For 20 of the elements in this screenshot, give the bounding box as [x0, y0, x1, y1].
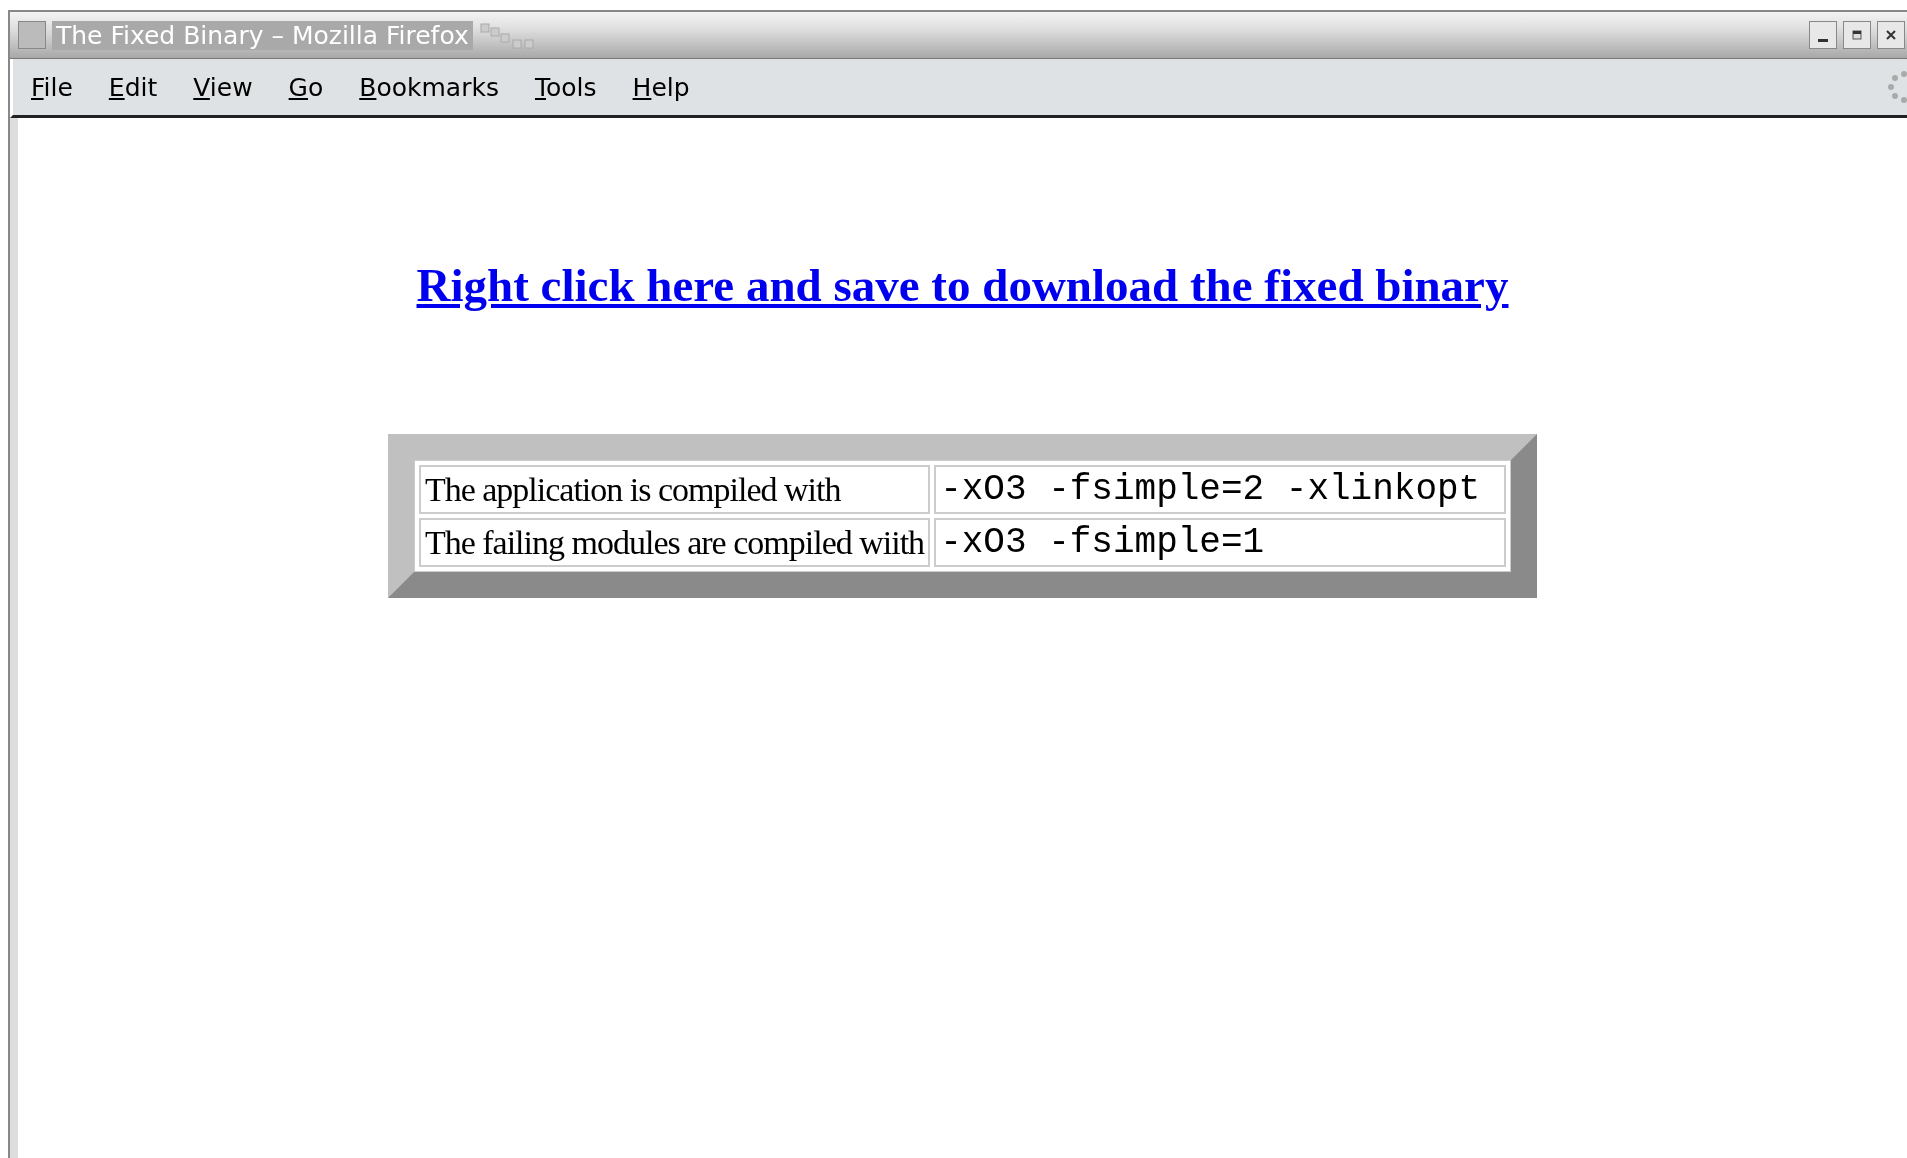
menu-item[interactable]: Bookmarks [359, 72, 499, 102]
menu-item[interactable]: Tools [534, 72, 597, 102]
minimize-icon [1818, 38, 1828, 42]
menu-item[interactable]: File [31, 72, 73, 102]
table-cell: The application is compiled with [418, 465, 931, 514]
table-cell: -xO3 -fsimple=1 [934, 518, 1507, 567]
table-cell: -xO3 -fsimple=2 -xlinkopt [934, 465, 1507, 514]
menu-item[interactable]: View [193, 72, 253, 102]
menu-item[interactable]: Edit [108, 72, 158, 102]
window-title: The Fixed Binary – Mozilla Firefox [52, 20, 473, 50]
menu-item[interactable]: Help [632, 72, 690, 102]
maximize-button[interactable] [1843, 21, 1871, 49]
download-link[interactable]: Right click here and save to download the fixed binary [416, 258, 1509, 312]
window-icon [18, 21, 46, 49]
menu-item[interactable]: Go [288, 72, 324, 102]
table-cell: The failing modules are compiled wiith [418, 518, 931, 567]
maximize-icon [1850, 28, 1864, 42]
minimize-button[interactable] [1809, 21, 1837, 49]
close-icon [1884, 28, 1898, 42]
close-button[interactable] [1877, 21, 1905, 49]
